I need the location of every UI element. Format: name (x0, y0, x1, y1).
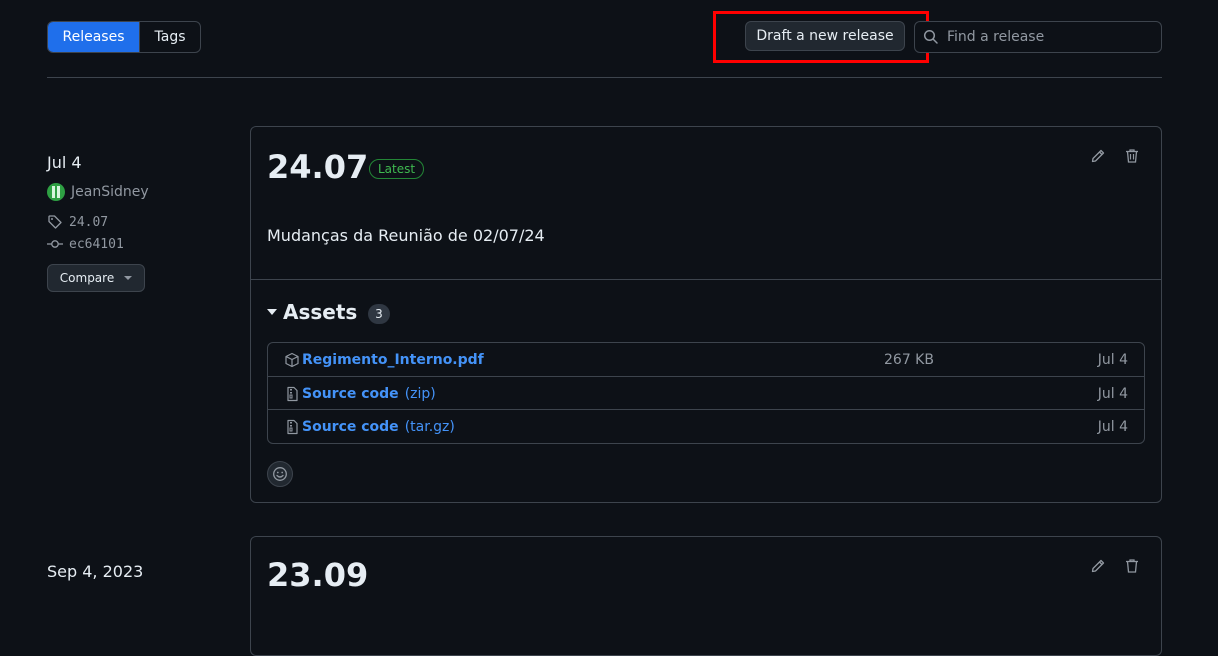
package-icon (284, 352, 300, 368)
assets-toggle[interactable]: Assets (267, 300, 357, 324)
toolbar-divider (47, 77, 1162, 78)
latest-badge: Latest (369, 159, 425, 179)
edit-release-button[interactable] (1088, 146, 1108, 166)
asset-row: Source code (zip) Jul 4 (268, 376, 1144, 410)
release-date: Jul 4 (47, 153, 82, 172)
file-zip-icon (284, 419, 300, 435)
asset-date: Jul 4 (1097, 351, 1128, 368)
draft-new-release-button[interactable]: Draft a new release (745, 21, 905, 51)
asset-link[interactable]: Source code (zip) (284, 386, 436, 402)
asset-size: 267 KB (884, 351, 934, 368)
smiley-icon (272, 466, 288, 482)
git-commit-icon (47, 236, 63, 252)
delete-release-button[interactable] (1122, 556, 1142, 576)
release-title[interactable]: 24.07 (267, 148, 368, 186)
triangle-down-icon (267, 308, 277, 316)
asset-link[interactable]: Source code (tar.gz) (284, 419, 455, 435)
edit-release-button[interactable] (1088, 556, 1108, 576)
tag-label[interactable]: 24.07 (69, 215, 108, 230)
asset-date: Jul 4 (1097, 418, 1128, 435)
author-name[interactable]: JeanSidney (71, 184, 149, 200)
delete-release-button[interactable] (1122, 146, 1142, 166)
release-card (250, 536, 1162, 656)
release-tag[interactable]: 24.07 (47, 214, 108, 230)
trash-icon (1124, 148, 1140, 164)
pencil-icon (1090, 148, 1106, 164)
tab-releases[interactable]: Releases (48, 22, 139, 52)
search-icon (923, 29, 939, 45)
search-input[interactable] (945, 28, 1149, 46)
asset-row: Regimento_Interno.pdf 267 KB Jul 4 (268, 343, 1144, 376)
add-reaction-button[interactable] (267, 461, 293, 487)
assets-count-badge: 3 (368, 304, 390, 324)
release-title[interactable]: 23.09 (267, 556, 368, 594)
trash-icon (1124, 558, 1140, 574)
asset-ext[interactable]: (tar.gz) (405, 419, 455, 435)
releases-tags-toggle: Releases Tags (47, 21, 201, 53)
find-release-search[interactable] (914, 21, 1162, 53)
avatar (47, 183, 65, 201)
pencil-icon (1090, 558, 1106, 574)
tab-tags[interactable]: Tags (139, 22, 200, 52)
triangle-down-icon (124, 275, 133, 281)
asset-ext[interactable]: (zip) (405, 386, 436, 402)
asset-date: Jul 4 (1097, 385, 1128, 402)
file-zip-icon (284, 386, 300, 402)
release-commit[interactable]: ec64101 (47, 236, 124, 252)
asset-row: Source code (tar.gz) Jul 4 (268, 409, 1144, 443)
asset-name[interactable]: Source code (302, 386, 399, 402)
release-date: Sep 4, 2023 (47, 562, 144, 581)
asset-name[interactable]: Source code (302, 419, 399, 435)
assets-label: Assets (283, 300, 358, 324)
tag-icon (47, 214, 63, 230)
release-notes: Mudanças da Reunião de 02/07/24 (267, 226, 545, 245)
commit-hash[interactable]: ec64101 (69, 237, 124, 252)
assets-list: Regimento_Interno.pdf 267 KB Jul 4 Sourc… (267, 342, 1145, 444)
asset-link[interactable]: Regimento_Interno.pdf (284, 352, 484, 368)
compare-label: Compare (59, 271, 115, 285)
compare-button[interactable]: Compare (47, 264, 145, 292)
asset-name[interactable]: Regimento_Interno.pdf (302, 352, 484, 368)
card-divider (251, 279, 1161, 280)
release-author[interactable]: JeanSidney (47, 183, 149, 201)
